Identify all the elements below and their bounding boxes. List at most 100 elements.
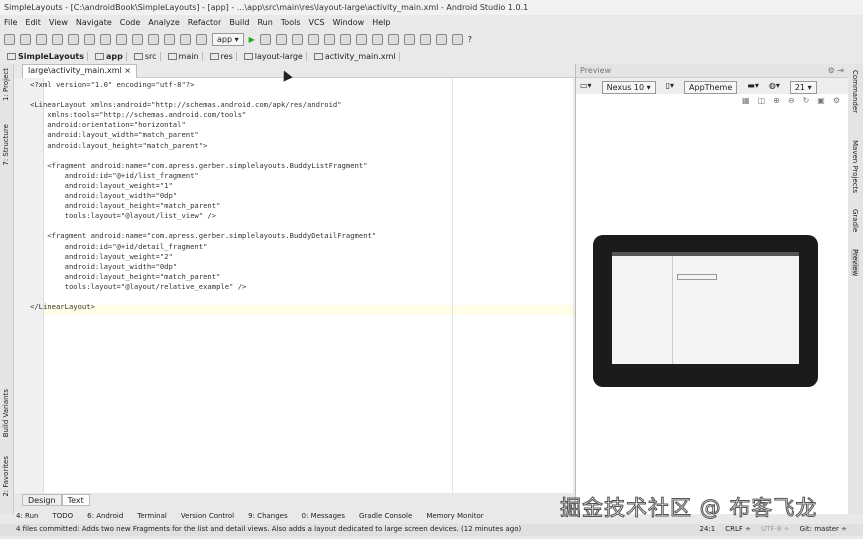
code-line[interactable]: <LinearLayout xmlns:android="http://sche…	[30, 100, 376, 110]
code-line[interactable]: <?xml version="1.0" encoding="utf-8"?>	[30, 80, 376, 90]
structure-tool-button[interactable]: 7: Structure	[2, 124, 10, 166]
project-structure-icon[interactable]	[387, 34, 399, 45]
code-text[interactable]: <?xml version="1.0" encoding="utf-8"?> <L…	[30, 80, 376, 312]
code-line[interactable]: tools:layout="@layout/relative_example" …	[30, 282, 376, 292]
settings-icon[interactable]	[371, 34, 383, 45]
zoom-actual-icon[interactable]: ◫	[758, 96, 766, 105]
breadcrumb-item[interactable]: app	[92, 52, 127, 61]
replace-icon[interactable]	[148, 34, 159, 45]
debug-icon[interactable]	[259, 34, 271, 45]
help-icon[interactable]: ?	[468, 35, 472, 44]
preview-tool-button[interactable]: Preview	[851, 249, 859, 277]
menu-item-refactor[interactable]: Refactor	[188, 18, 222, 29]
breadcrumb-item[interactable]: SimpleLayouts	[4, 52, 88, 61]
code-line[interactable]: android:layout_width="0dp"	[30, 262, 376, 272]
line-separator[interactable]: CRLF ÷	[725, 525, 751, 535]
commander-tool-button[interactable]: Commander	[851, 70, 859, 113]
tool-window-button[interactable]: 0: Messages	[302, 512, 345, 523]
breadcrumb-item[interactable]: layout-large	[241, 52, 307, 61]
zoom-in-icon[interactable]: ⊕	[773, 96, 780, 105]
code-line[interactable]: tools:layout="@layout/list_view" />	[30, 211, 376, 221]
tool-window-button[interactable]: 4: Run	[16, 512, 38, 523]
code-line[interactable]: android:layout_height="match_parent"	[30, 272, 376, 282]
menu-item-view[interactable]: View	[49, 18, 68, 29]
gradle-tool-button[interactable]: Gradle	[851, 209, 859, 232]
code-line[interactable]: </LinearLayout>	[30, 302, 376, 312]
gear-icon[interactable]: ⚙ ⇥	[828, 66, 844, 75]
code-line[interactable]: android:layout_width="0dp"	[30, 191, 376, 201]
tool-window-button[interactable]: 6: Android	[87, 512, 123, 523]
vcs-update-icon[interactable]	[291, 34, 303, 45]
undo-icon[interactable]	[52, 34, 63, 45]
tab-activity-main[interactable]: large\activity_main.xml ×	[22, 64, 137, 78]
code-line[interactable]: android:id="@+id/list_fragment"	[30, 171, 376, 181]
tool-window-button[interactable]: 9: Changes	[248, 512, 287, 523]
locale-icon[interactable]: ◍▾	[769, 81, 780, 91]
menu-item-run[interactable]: Run	[257, 18, 272, 29]
paste-icon[interactable]	[116, 34, 127, 45]
build-variants-tool-button[interactable]: Build Variants	[2, 389, 10, 437]
options-icon[interactable]: ⚙	[833, 96, 840, 105]
forward-icon[interactable]	[180, 34, 191, 45]
tool-window-button[interactable]: Gradle Console	[359, 512, 412, 523]
avd-manager-icon[interactable]	[419, 34, 431, 45]
compare-icon[interactable]	[323, 34, 335, 45]
favorites-tool-button[interactable]: 2: Favorites	[2, 456, 10, 497]
tab-design[interactable]: Design	[22, 494, 62, 506]
api-level-select[interactable]: 21 ▾	[789, 81, 817, 94]
menu-item-help[interactable]: Help	[372, 18, 390, 29]
zoom-fit-icon[interactable]: ▦	[742, 96, 750, 105]
menu-item-window[interactable]: Window	[333, 18, 365, 29]
code-line[interactable]: xmlns:tools="http://schemas.android.com/…	[30, 110, 376, 120]
tool-window-button[interactable]: TODO	[52, 512, 73, 523]
make-icon[interactable]	[196, 34, 207, 45]
menu-item-vcs[interactable]: VCS	[309, 18, 325, 29]
sdk-manager-icon[interactable]	[435, 34, 447, 45]
code-line[interactable]: android:layout_weight="1"	[30, 181, 376, 191]
code-line[interactable]: android:layout_width="match_parent"	[30, 130, 376, 140]
menu-item-edit[interactable]: Edit	[25, 18, 41, 29]
sync-icon[interactable]	[36, 34, 47, 45]
orientation-icon[interactable]: ▯▾	[666, 81, 674, 91]
vcs-commit-icon[interactable]	[307, 34, 319, 45]
menu-item-code[interactable]: Code	[120, 18, 140, 29]
refresh-icon[interactable]: ↻	[803, 96, 810, 105]
attach-icon[interactable]	[275, 34, 287, 45]
tool-window-button[interactable]: Memory Monitor	[426, 512, 483, 523]
screenshot-icon[interactable]: ▣	[817, 96, 825, 105]
tool-window-button[interactable]: Version Control	[181, 512, 234, 523]
code-line[interactable]	[30, 151, 376, 161]
menu-item-navigate[interactable]: Navigate	[76, 18, 112, 29]
history-icon[interactable]	[339, 34, 351, 45]
breadcrumb-item[interactable]: res	[207, 52, 237, 61]
activity-icon[interactable]: ▬▾	[747, 81, 759, 91]
caret-position[interactable]: 24:1	[700, 525, 716, 535]
menu-item-tools[interactable]: Tools	[281, 18, 301, 29]
zoom-out-icon[interactable]: ⊖	[788, 96, 795, 105]
code-line[interactable]	[30, 292, 376, 302]
run-config-select[interactable]: app ▾	[212, 33, 244, 46]
menu-item-build[interactable]: Build	[229, 18, 249, 29]
breadcrumb-item[interactable]: activity_main.xml	[311, 52, 400, 61]
code-line[interactable]: android:layout_height="match_parent"	[30, 201, 376, 211]
cut-icon[interactable]	[84, 34, 95, 45]
code-line[interactable]: android:layout_height="match_parent">	[30, 141, 376, 151]
device-config-icon[interactable]: ▭▾	[580, 81, 592, 91]
gradle-sync-icon[interactable]	[403, 34, 415, 45]
copy-icon[interactable]	[100, 34, 111, 45]
back-icon[interactable]	[164, 34, 175, 45]
menu-item-file[interactable]: File	[4, 18, 17, 29]
find-icon[interactable]	[132, 34, 143, 45]
open-icon[interactable]	[4, 34, 15, 45]
project-tool-button[interactable]: 1: Project	[2, 68, 10, 101]
code-line[interactable]: <fragment android:name="com.apress.gerbe…	[30, 161, 376, 171]
maven-tool-button[interactable]: Maven Projects	[851, 140, 859, 193]
code-line[interactable]: <fragment android:name="com.apress.gerbe…	[30, 231, 376, 241]
close-icon[interactable]: ×	[124, 66, 131, 75]
code-line[interactable]	[30, 221, 376, 231]
device-select[interactable]: Nexus 10 ▾	[601, 81, 656, 94]
tab-text[interactable]: Text	[61, 494, 90, 506]
revert-icon[interactable]	[355, 34, 367, 45]
code-line[interactable]: android:layout_weight="2"	[30, 252, 376, 262]
monitor-icon[interactable]	[451, 34, 463, 45]
